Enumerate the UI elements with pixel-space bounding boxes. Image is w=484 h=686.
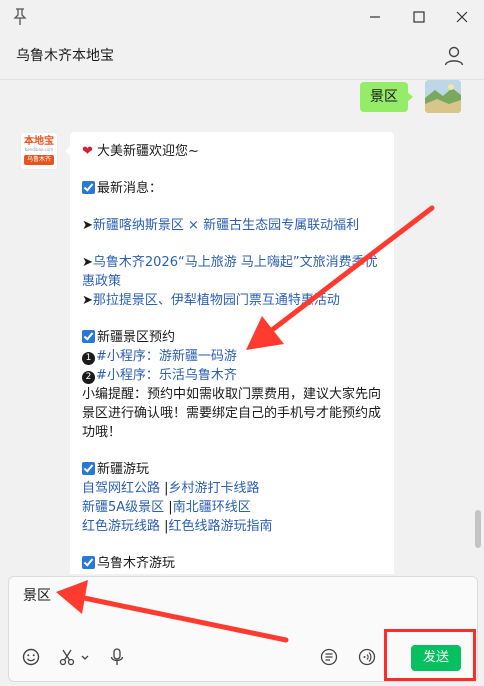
welcome-text: 大美新疆欢迎您~ [97, 144, 199, 159]
booking-heading-text: 新疆景区预约 [97, 330, 176, 345]
close-icon[interactable] [449, 6, 475, 28]
user-icon[interactable] [443, 45, 465, 67]
chat-history-icon[interactable] [319, 647, 339, 667]
emoji-icon[interactable] [21, 647, 41, 667]
landscape-avatar-icon [425, 80, 461, 113]
arrow-bullet-icon: ➤ [82, 293, 93, 308]
bot-brand-tag: 乌鲁木齐 [24, 155, 54, 165]
checkbox-icon [82, 330, 95, 343]
checkbox-icon [82, 462, 95, 475]
voice-call-icon[interactable] [357, 647, 377, 667]
news-heading: 最新消息： [82, 179, 382, 198]
booking-heading: 新疆景区预约 [82, 328, 382, 347]
travel-link[interactable]: 乡村游打卡线路 [169, 481, 260, 496]
message-input[interactable]: 景区 [23, 585, 51, 605]
travel-heading: 新疆游玩 [82, 460, 382, 479]
travel-link[interactable]: 红色线路游玩指南 [169, 519, 273, 534]
booking-prefix[interactable]: #小程序： [96, 368, 159, 383]
next-heading: 乌鲁木齐游玩 [82, 554, 382, 573]
bot-brand-url: bendibao.com [24, 147, 54, 152]
bot-avatar[interactable]: 本地宝 bendibao.com 乌鲁木齐 [20, 132, 58, 170]
travel-row: 新疆5A级景区 |南北疆环线区 [82, 500, 251, 515]
travel-row: 红色游玩线路 |红色线路游玩指南 [82, 519, 273, 534]
news-link[interactable]: 那拉提景区、伊犁植物园门票互通特惠活动 [93, 293, 340, 308]
minimize-icon[interactable] [362, 6, 388, 28]
travel-heading-text: 新疆游玩 [97, 462, 150, 477]
travel-row: 自驾网红公路 |乡村游打卡线路 [82, 481, 260, 496]
welcome-line: ❤ 大美新疆欢迎您~ [82, 142, 382, 161]
travel-link[interactable]: 南北疆环线区 [173, 500, 251, 515]
arrow-bullet-icon: ➤ [82, 255, 93, 270]
booking-tip: 小编提醒：预约中如需收取门票费用，建议大家先向景区进行确认哦！需要绑定自己的手机… [82, 387, 382, 440]
chat-header: 乌鲁木齐本地宝 [0, 34, 484, 80]
chat-title: 乌鲁木齐本地宝 [16, 48, 114, 64]
send-highlight-box [384, 629, 476, 681]
booking-item[interactable]: 2 #小程序：乐活乌鲁木齐 [82, 366, 382, 385]
heart-icon: ❤ [82, 144, 93, 159]
maximize-icon[interactable] [406, 6, 432, 28]
pin-icon[interactable] [13, 8, 27, 26]
travel-link[interactable]: 红色游玩线路 [82, 519, 160, 534]
booking-link[interactable]: 游新疆一码游 [159, 349, 237, 364]
news-heading-text: 最新消息： [97, 181, 163, 196]
reply-message: ❤ 大美新疆欢迎您~ 最新消息： ➤新疆喀纳斯景区 × 新疆古生态园专属联动福利… [65, 132, 394, 574]
microphone-icon[interactable] [107, 647, 127, 667]
booking-prefix[interactable]: #小程序： [96, 349, 159, 364]
checkbox-icon [82, 556, 95, 569]
window-titlebar [0, 0, 484, 34]
news-item[interactable]: ➤新疆喀纳斯景区 × 新疆古生态园专属联动福利 [82, 216, 382, 235]
chat-area[interactable]: 景区 本地宝 bendibao.com 乌鲁木齐 ❤ 大美新疆欢迎您~ 最新消息… [0, 80, 484, 574]
booking-link[interactable]: 乐活乌鲁木齐 [159, 368, 237, 383]
booking-item[interactable]: 1 #小程序：游新疆一码游 [82, 347, 382, 366]
travel-link[interactable]: 自驾网红公路 [82, 481, 160, 496]
chat-scrollbar[interactable] [475, 510, 481, 548]
number-badge: 2 [82, 371, 95, 384]
news-item[interactable]: ➤那拉提景区、伊犁植物园门票互通特惠活动 [82, 291, 382, 310]
checkbox-icon [82, 181, 95, 194]
news-link[interactable]: 新疆喀纳斯景区 × 新疆古生态园专属联动福利 [93, 218, 359, 233]
scissors-icon[interactable] [57, 647, 77, 667]
number-badge: 1 [82, 352, 95, 365]
sent-message[interactable]: 景区 [360, 82, 413, 112]
chevron-down-icon[interactable] [79, 647, 91, 667]
arrow-bullet-icon: ➤ [82, 218, 93, 233]
news-link[interactable]: 乌鲁木齐2026“马上旅游 马上嗨起”文旅消费季优惠政策 [82, 255, 378, 289]
news-item[interactable]: ➤乌鲁木齐2026“马上旅游 马上嗨起”文旅消费季优惠政策 [82, 253, 382, 291]
travel-link[interactable]: 新疆5A级景区 [82, 500, 164, 515]
bot-brand-logo: 本地宝 [24, 136, 54, 147]
next-heading-text: 乌鲁木齐游玩 [97, 556, 176, 571]
my-avatar[interactable] [425, 80, 461, 113]
